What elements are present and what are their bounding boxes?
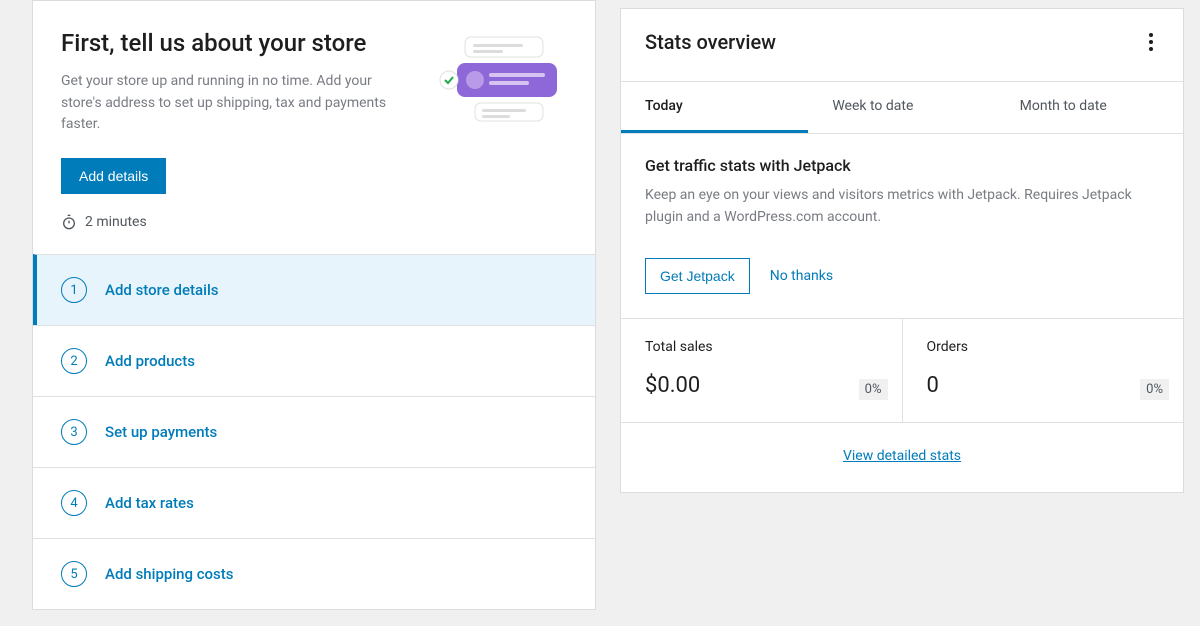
add-details-button[interactable]: Add details (61, 158, 166, 194)
setup-title: First, tell us about your store (61, 29, 411, 57)
stat-value: $0.00 (645, 373, 878, 398)
time-estimate: 2 minutes (61, 214, 411, 230)
setup-description: Get your store up and running in no time… (61, 71, 411, 136)
stats-tab-today[interactable]: Today (621, 82, 808, 133)
stat-cell-total-sales: Total sales $0.000% (621, 319, 902, 422)
stat-cell-orders: Orders 00% (902, 319, 1184, 422)
stats-tab-month-to-date[interactable]: Month to date (996, 82, 1183, 133)
stats-overview-card: Stats overview TodayWeek to dateMonth to… (620, 8, 1184, 493)
jetpack-promo: Get traffic stats with Jetpack Keep an e… (621, 134, 1183, 318)
step-number-badge: 2 (61, 348, 87, 374)
stat-percent-badge: 0% (1140, 379, 1169, 400)
setup-step-4[interactable]: 4 Add tax rates (33, 467, 595, 538)
step-number-badge: 5 (61, 561, 87, 587)
stats-grid: Total sales$0.000%Orders00% (621, 318, 1183, 423)
time-estimate-text: 2 minutes (85, 214, 147, 230)
stat-value: 0 (927, 373, 1160, 398)
step-number-badge: 4 (61, 490, 87, 516)
stats-title: Stats overview (645, 30, 776, 54)
stat-label: Orders (927, 339, 1160, 355)
step-label: Add store details (105, 281, 219, 299)
stats-menu-button[interactable] (1143, 27, 1159, 57)
setup-step-2[interactable]: 2 Add products (33, 325, 595, 396)
step-label: Add products (105, 352, 195, 370)
step-label: Add shipping costs (105, 565, 234, 583)
stats-tab-week-to-date[interactable]: Week to date (808, 82, 995, 133)
step-number-badge: 1 (61, 277, 87, 303)
no-thanks-link[interactable]: No thanks (770, 268, 833, 284)
setup-step-1[interactable]: 1 Add store details (33, 254, 595, 325)
jetpack-title: Get traffic stats with Jetpack (645, 156, 1159, 175)
get-jetpack-button[interactable]: Get Jetpack (645, 258, 750, 294)
jetpack-description: Keep an eye on your views and visitors m… (645, 185, 1159, 228)
setup-step-5[interactable]: 5 Add shipping costs (33, 538, 595, 609)
step-label: Set up payments (105, 423, 217, 441)
setup-card: First, tell us about your store Get your… (32, 0, 596, 610)
setup-illustration (427, 29, 567, 143)
stat-label: Total sales (645, 339, 878, 355)
stats-tabs: TodayWeek to dateMonth to date (621, 81, 1183, 134)
stopwatch-icon (61, 214, 77, 230)
setup-step-3[interactable]: 3 Set up payments (33, 396, 595, 467)
step-number-badge: 3 (61, 419, 87, 445)
view-detailed-stats-link[interactable]: View detailed stats (843, 448, 961, 464)
stat-percent-badge: 0% (859, 379, 888, 400)
step-label: Add tax rates (105, 494, 194, 512)
